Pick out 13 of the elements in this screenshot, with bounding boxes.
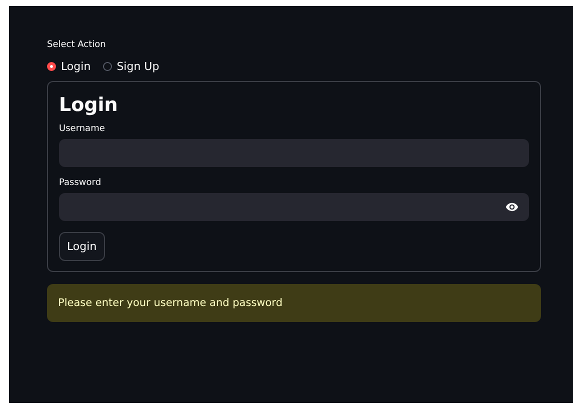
form-title: Login [59, 94, 119, 116]
login-button[interactable]: Login [59, 232, 105, 261]
radio-option[interactable]: Sign Up [102, 60, 160, 73]
field-label: Username [59, 124, 106, 134]
input-field[interactable] [59, 139, 529, 167]
radio-option[interactable]: Login [47, 60, 91, 73]
radio-group-label: Select Action [47, 40, 107, 50]
input-field[interactable] [59, 193, 529, 221]
field-label: Password [59, 178, 102, 188]
eye-icon[interactable] [505, 200, 519, 214]
radio-button[interactable] [102, 62, 112, 71]
warning-message: Please enter your username and password [47, 284, 541, 322]
radio-button[interactable] [47, 62, 56, 71]
